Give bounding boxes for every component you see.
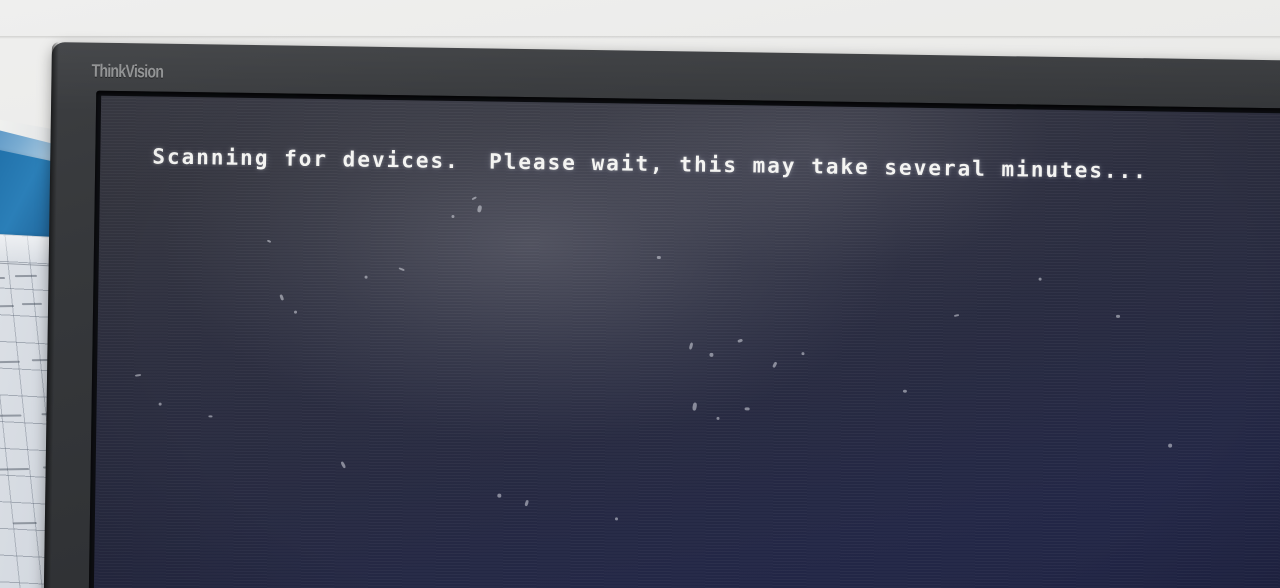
- thinkvision-monitor: ThinkVision Scanning for devices. Please…: [43, 42, 1280, 588]
- screenshot-stage: ThinkVision Scanning for devices. Please…: [0, 0, 1280, 588]
- console-status-message: Scanning for devices. Please wait, this …: [152, 144, 1149, 184]
- monitor-screen: Scanning for devices. Please wait, this …: [93, 95, 1280, 588]
- thinkvision-logo: ThinkVision: [91, 60, 164, 82]
- wall-seam: [0, 36, 1280, 39]
